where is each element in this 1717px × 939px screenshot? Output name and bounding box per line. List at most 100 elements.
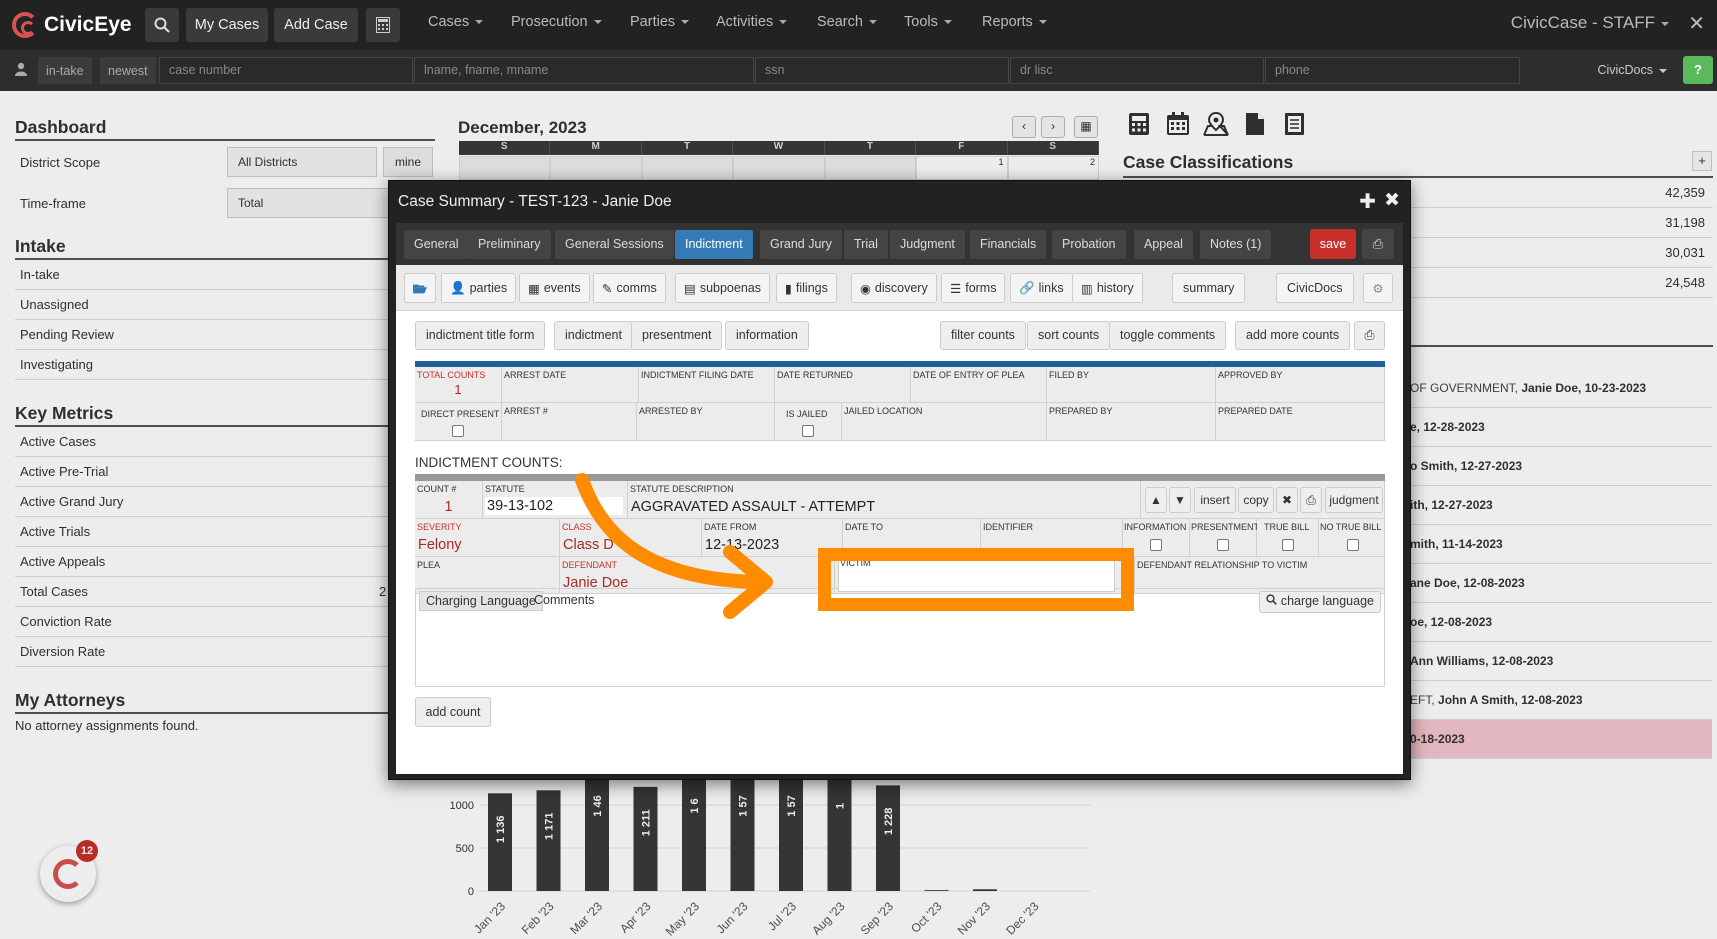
folder-open-icon[interactable] (404, 273, 436, 303)
summary-button[interactable]: summary (1172, 273, 1246, 303)
bar[interactable] (633, 786, 658, 891)
delete-count-icon[interactable]: ✖ (1276, 487, 1298, 513)
activity-item[interactable]: Ann Williams, 12-08-2023 (1410, 642, 1712, 681)
prepared-date-field[interactable]: PREPARED DATE (1216, 403, 1385, 441)
links-button[interactable]: 🔗 links (1010, 273, 1073, 303)
filings-button[interactable]: ▮ filings (776, 273, 837, 303)
close-icon[interactable]: ✕ (1688, 11, 1705, 36)
charge-language-button[interactable]: charge language (1259, 591, 1381, 613)
tab-appeal[interactable]: Appeal (1134, 230, 1193, 259)
add-classification-button[interactable]: + (1692, 151, 1712, 171)
move-down-icon[interactable]: ▼ (1169, 487, 1191, 513)
newest-filter[interactable]: newest (100, 57, 156, 84)
move-up-icon[interactable]: ▲ (1145, 487, 1167, 513)
search-icon[interactable] (145, 8, 179, 42)
add-case-button[interactable]: Add Case (274, 8, 358, 42)
calendar-day[interactable]: 1 (916, 156, 1008, 180)
information-checkbox[interactable] (1150, 539, 1162, 551)
activity-item[interactable]: 0-18-2023 (1410, 720, 1712, 759)
calendar-day[interactable] (824, 156, 917, 180)
comms-button[interactable]: ✎ comms (593, 273, 666, 303)
close-icon[interactable]: ✖ (1384, 189, 1400, 212)
metric-active-pretrial[interactable]: Active Pre-Trial (15, 457, 415, 487)
insert-count-button[interactable]: insert (1194, 487, 1236, 513)
discovery-button[interactable]: ◉ discovery (851, 273, 937, 303)
tab-preliminary[interactable]: Preliminary (468, 230, 551, 259)
ssn-input[interactable]: ssn (755, 57, 1009, 84)
tab-probation[interactable]: Probation (1052, 230, 1126, 259)
parties-button[interactable]: 👤 parties (441, 273, 517, 303)
metric-active-grand-jury[interactable]: Active Grand Jury (15, 487, 415, 517)
indictment-title-form-button[interactable]: indictment title form (415, 321, 546, 350)
my-cases-button[interactable]: My Cases (186, 8, 268, 42)
menu-activities[interactable]: Activities (716, 14, 788, 30)
information-button[interactable]: information (725, 321, 809, 350)
add-more-counts-button[interactable]: add more counts (1235, 321, 1351, 350)
civicdocs-button[interactable]: CivicDocs (1276, 273, 1354, 303)
activity-item[interactable]: o Smith, 12-27-2023 (1410, 447, 1712, 486)
metric-active-appeals[interactable]: Active Appeals (15, 547, 415, 577)
statute-field[interactable]: STATUTE 39-13-102 (483, 481, 628, 519)
metric-active-trials[interactable]: Active Trials (15, 517, 415, 547)
menu-reports[interactable]: Reports (982, 14, 1047, 30)
activity-item[interactable]: e, 12-28-2023 (1410, 408, 1712, 447)
metric-total-cases[interactable]: Total Cases 2 (15, 577, 415, 607)
calendar-icon[interactable]: ▦ (1074, 116, 1098, 138)
case-number-input[interactable]: case number (159, 57, 413, 84)
arrested-by-field[interactable]: ARRESTED BY (637, 403, 775, 441)
tab-trial[interactable]: Trial (844, 230, 888, 259)
chevron-left-icon[interactable]: ‹ (1012, 116, 1036, 138)
intake-item-intake[interactable]: In-take (15, 260, 415, 290)
bar[interactable] (682, 770, 706, 891)
true-bill-checkbox[interactable] (1282, 539, 1294, 551)
tab-indictment[interactable]: Indictment (675, 230, 753, 259)
bar[interactable] (779, 770, 803, 891)
expand-icon[interactable]: ✚ (1359, 189, 1376, 214)
calendar-day[interactable] (641, 156, 734, 180)
tab-notes[interactable]: Notes (1) (1200, 230, 1272, 259)
chevron-right-icon[interactable]: › (1041, 116, 1065, 138)
tab-charging-language[interactable]: Charging Language (419, 591, 543, 611)
date-returned-field[interactable]: DATE RETURNED (775, 367, 911, 403)
print-icon[interactable]: ⎙ (1362, 229, 1394, 259)
date-from-field[interactable]: DATE FROM 12-13-2023 (702, 519, 843, 557)
arrest-date-field[interactable]: ARREST DATE (502, 367, 639, 403)
map-marker-icon[interactable] (1203, 111, 1229, 136)
identifier-field[interactable]: IDENTIFIER (981, 519, 1123, 557)
activity-item[interactable]: ane Doe, 12-08-2023 (1410, 564, 1712, 603)
subpoenas-button[interactable]: ▤ subpoenas (675, 273, 770, 303)
prepared-by-field[interactable]: PREPARED BY (1047, 403, 1216, 441)
arrest-number-field[interactable]: ARREST # (502, 403, 637, 441)
calendar-day[interactable]: 2 (1007, 156, 1099, 180)
tenant-menu[interactable]: CivicCase - STAFF (1511, 13, 1669, 33)
intake-filter[interactable]: in-take (38, 57, 92, 84)
no-true-bill-checkbox[interactable] (1347, 539, 1359, 551)
victim-input[interactable]: VICTIM (838, 557, 1115, 592)
class-field[interactable]: CLASS Class D (560, 519, 702, 557)
calendar-day[interactable] (459, 156, 551, 180)
sort-counts-button[interactable]: sort counts (1027, 321, 1111, 350)
intake-item-unassigned[interactable]: Unassigned (15, 290, 415, 320)
statute-description-field[interactable]: STATUTE DESCRIPTION AGGRAVATED ASSAULT -… (628, 481, 1141, 519)
presentment-button[interactable]: presentment (631, 321, 723, 350)
tab-general[interactable]: General (404, 230, 469, 259)
activity-item[interactable]: ith, 12-27-2023 (1410, 486, 1712, 525)
tab-financials[interactable]: Financials (970, 230, 1047, 259)
calendar-icon[interactable] (1166, 112, 1190, 136)
toggle-comments-button[interactable]: toggle comments (1109, 321, 1227, 350)
name-input[interactable]: lname, fname, mname (414, 57, 754, 84)
document-icon[interactable] (1245, 112, 1269, 136)
bar[interactable] (827, 770, 852, 891)
dr-lisc-input[interactable]: dr lisc (1010, 57, 1264, 84)
menu-prosecution[interactable]: Prosecution (511, 14, 602, 30)
help-button[interactable]: ? (1683, 56, 1713, 84)
metric-diversion-rate[interactable]: Diversion Rate (15, 637, 415, 667)
history-button[interactable]: ▥ history (1072, 273, 1143, 303)
filed-by-field[interactable]: FILED BY (1047, 367, 1216, 403)
metric-conviction-rate[interactable]: Conviction Rate (15, 607, 415, 637)
menu-parties[interactable]: Parties (630, 14, 690, 30)
tab-grand-jury[interactable]: Grand Jury (760, 230, 842, 259)
activity-item[interactable]: oe, 12-08-2023 (1410, 603, 1712, 642)
add-count-button[interactable]: add count (415, 697, 491, 727)
tab-comments[interactable]: Comments (534, 593, 594, 607)
